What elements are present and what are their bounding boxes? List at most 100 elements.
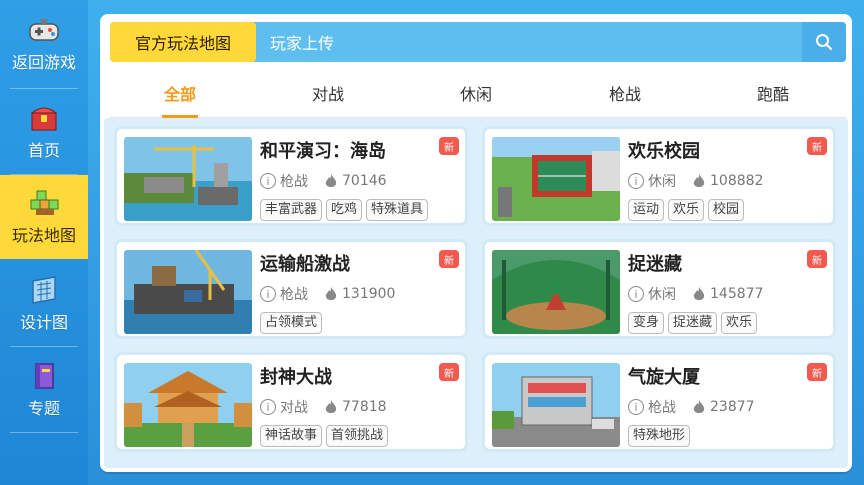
treasure-chest-icon [30,107,58,131]
fire-icon [325,287,337,300]
sidebar-item-label: 专题 [27,399,60,418]
tab-parkour[interactable]: 跑酷 [713,68,833,118]
tag-list: 特殊地形 [628,425,691,447]
map-title: 和平演习：海岛 [260,141,386,162]
new-badge: 新 [807,137,827,155]
map-card[interactable]: 欢乐校园 新 i 休闲 108882 运动 欢乐 校园 [482,126,836,226]
map-meta: i 对战 77818 [260,397,387,417]
sidebar-item-label: 玩法地图 [11,226,76,245]
map-card[interactable]: 运输船激战 新 i 枪战 131900 占领模式 [114,239,468,339]
tag: 首领挑战 [326,425,389,447]
play-count: 131900 [342,286,396,302]
tag-list: 丰富武器 吃鸡 特殊道具 [260,199,429,221]
tag: 变身 [628,312,665,334]
gamepad-icon [29,19,59,41]
tab-shooter[interactable]: 枪战 [565,68,685,118]
sidebar-item-topics[interactable]: 专题 [0,348,88,432]
info-icon: i [628,399,644,415]
map-card[interactable]: 和平演习：海岛 新 i 枪战 70146 丰富武器 吃鸡 特殊道具 [114,126,468,226]
map-card[interactable]: 捉迷藏 新 i 休闲 145877 变身 捉迷藏 欢乐 [482,239,836,339]
tag: 欢乐 [668,199,705,221]
map-category: 枪战 [280,174,308,190]
map-list: 和平演习：海岛 新 i 枪战 70146 丰富武器 吃鸡 特殊道具 欢乐校园 新… [104,118,848,468]
tag: 占领模式 [260,312,323,334]
tag-list: 变身 捉迷藏 欢乐 [628,312,758,334]
map-meta: i 枪战 131900 [260,284,395,304]
book-icon [35,363,54,389]
tag: 捉迷藏 [668,312,718,334]
sidebar-item-gameplay-maps[interactable]: 玩法地图 [0,175,88,259]
map-title: 欢乐校园 [628,141,700,162]
map-title: 气旋大厦 [628,367,700,388]
tag: 特殊道具 [366,199,429,221]
play-count: 77818 [342,399,387,415]
fire-icon [693,174,705,187]
search-icon [816,34,833,51]
info-icon: i [628,286,644,302]
map-meta: i 枪战 23877 [628,397,755,417]
tab-all[interactable]: 全部 [120,68,240,118]
play-count: 23877 [710,399,755,415]
map-category: 休闲 [648,287,676,303]
map-title: 捉迷藏 [628,254,682,275]
map-category: 休闲 [648,174,676,190]
map-category: 枪战 [280,287,308,303]
sidebar-item-back-to-game[interactable]: 返回游戏 [0,2,88,86]
map-thumbnail [492,137,620,221]
map-meta: i 枪战 70146 [260,171,387,191]
tag: 欢乐 [721,312,758,334]
sidebar-item-label: 设计图 [19,313,68,332]
fire-icon [693,287,705,300]
tag: 运动 [628,199,665,221]
map-category: 枪战 [648,400,676,416]
new-badge: 新 [439,250,459,268]
sidebar-item-home[interactable]: 首页 [0,90,88,174]
map-category: 对战 [280,400,308,416]
map-meta: i 休闲 108882 [628,171,763,191]
main-panel: 官方玩法地图 玩家上传 全部 对战 休闲 枪战 跑酷 和平演习：海岛 新 i 枪… [100,14,852,472]
info-icon: i [260,399,276,415]
category-tabs: 全部 对战 休闲 枪战 跑酷 [110,68,846,118]
map-thumbnail [124,250,252,334]
map-card[interactable]: 封神大战 新 i 对战 77818 神话故事 首领挑战 [114,352,468,452]
tag: 校园 [708,199,745,221]
play-count: 145877 [710,286,764,302]
tab-player-uploads[interactable]: 玩家上传 [270,22,334,62]
source-tabs-bar: 官方玩法地图 玩家上传 [110,22,846,62]
fire-icon [325,400,337,413]
info-icon: i [628,173,644,189]
map-meta: i 休闲 145877 [628,284,763,304]
new-badge: 新 [807,250,827,268]
map-thumbnail [124,137,252,221]
fire-icon [693,400,705,413]
map-title: 封神大战 [260,367,332,388]
divider [10,88,78,89]
tab-official-maps[interactable]: 官方玩法地图 [110,22,256,62]
divider [10,346,78,347]
info-icon: i [260,286,276,302]
new-badge: 新 [807,363,827,381]
search-button[interactable] [802,22,846,62]
map-thumbnail [492,363,620,447]
blocks-icon [30,190,59,215]
info-icon: i [260,173,276,189]
sidebar: 返回游戏 首页 玩法地图 设计图 专题 [0,0,88,485]
map-title: 运输船激战 [260,254,350,275]
sidebar-item-blueprints[interactable]: 设计图 [0,262,88,346]
tag: 特殊地形 [628,425,691,447]
tag-list: 运动 欢乐 校园 [628,199,745,221]
tab-battle[interactable]: 对战 [268,68,388,118]
fire-icon [325,174,337,187]
map-thumbnail [492,250,620,334]
new-badge: 新 [439,363,459,381]
tag-list: 神话故事 首领挑战 [260,425,389,447]
tag: 丰富武器 [260,199,323,221]
map-card[interactable]: 气旋大厦 新 i 枪战 23877 特殊地形 [482,352,836,452]
tab-casual[interactable]: 休闲 [416,68,536,118]
tag: 吃鸡 [326,199,363,221]
new-badge: 新 [439,137,459,155]
tag-list: 占领模式 [260,312,323,334]
sidebar-item-label: 返回游戏 [11,53,76,72]
sidebar-item-label: 首页 [27,141,60,160]
blueprint-icon [32,276,56,304]
